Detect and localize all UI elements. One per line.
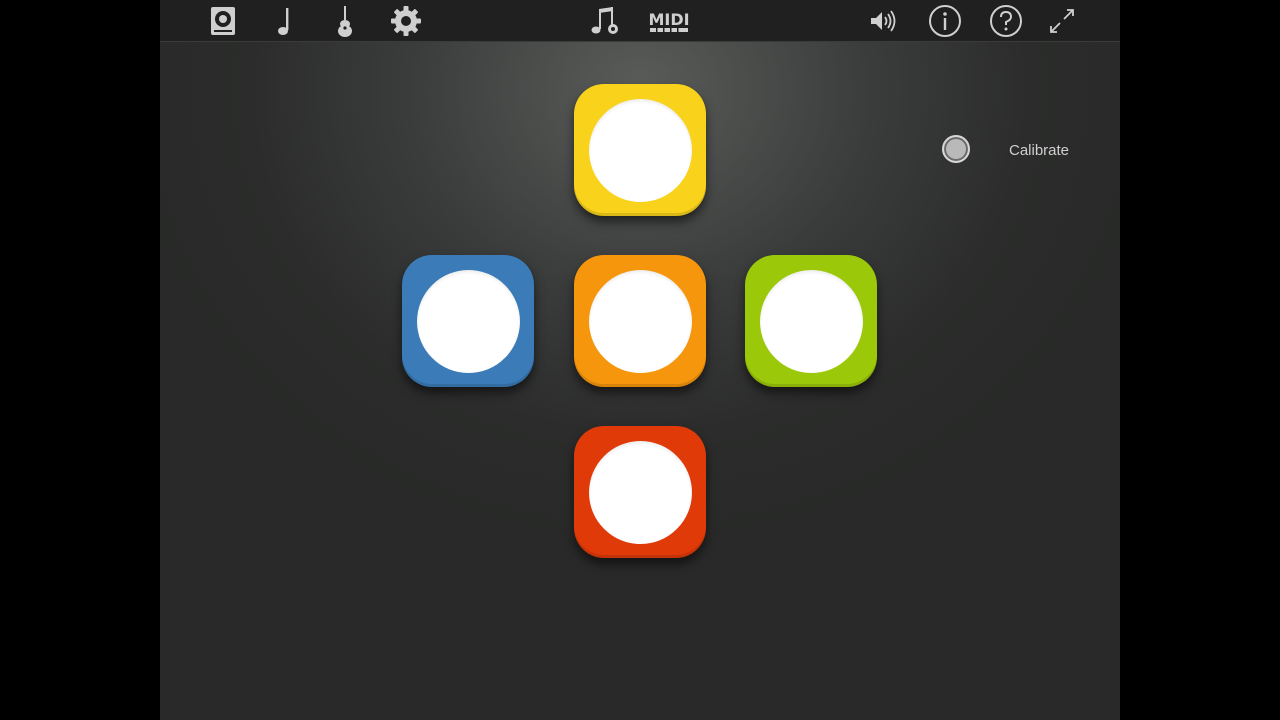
top-toolbar: MIDI (160, 0, 1120, 42)
calibrate-label: Calibrate (1009, 142, 1070, 159)
pad-red-circle (589, 441, 692, 544)
pad-yellow[interactable] (574, 84, 706, 216)
midi-icon[interactable]: MIDI (646, 3, 692, 39)
pad-green-circle (760, 270, 863, 373)
pad-green[interactable] (745, 255, 877, 387)
help-icon[interactable] (988, 3, 1024, 39)
calibrate-button[interactable] (942, 135, 970, 163)
guitar-icon[interactable] (327, 3, 363, 39)
pad-orange[interactable] (574, 255, 706, 387)
music-note-icon[interactable] (267, 3, 303, 39)
midi-label: MIDI (648, 10, 689, 29)
pad-blue-circle (417, 270, 520, 373)
pad-blue[interactable] (402, 255, 534, 387)
fullscreen-icon[interactable] (1044, 3, 1080, 39)
gear-icon[interactable] (388, 3, 424, 39)
pad-orange-circle (589, 270, 692, 373)
song-icon[interactable] (587, 3, 623, 39)
amp-icon[interactable] (205, 3, 241, 39)
app-canvas: MIDI Calibrate (160, 0, 1120, 720)
speaker-icon[interactable] (866, 3, 902, 39)
pad-red[interactable] (574, 426, 706, 558)
info-icon[interactable] (927, 3, 963, 39)
pad-yellow-circle (589, 99, 692, 202)
